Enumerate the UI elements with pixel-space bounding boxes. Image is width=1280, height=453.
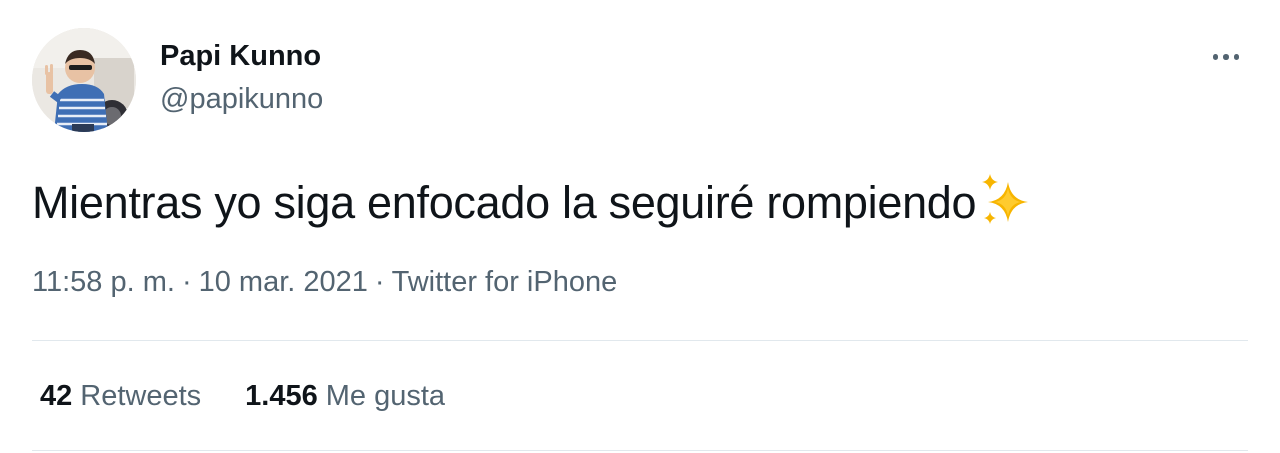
tweet-date[interactable]: 10 mar. 2021 bbox=[199, 266, 368, 298]
tweet-card: Papi Kunno @papikunno Mientras yo siga e… bbox=[0, 0, 1280, 453]
author-handle[interactable]: @papikunno bbox=[160, 83, 323, 116]
retweets-label: Retweets bbox=[80, 380, 202, 412]
avatar-photo bbox=[32, 28, 136, 132]
more-options-button[interactable] bbox=[1204, 42, 1248, 72]
tweet-time[interactable]: 11:58 p. m. bbox=[32, 266, 175, 298]
divider bbox=[32, 340, 1248, 341]
likes-label: Me gusta bbox=[325, 380, 446, 412]
meta-separator: · bbox=[374, 266, 385, 298]
author-display-name[interactable]: Papi Kunno bbox=[160, 40, 321, 73]
tweet-stats: 42 Retweets 1.456 Me gusta bbox=[40, 380, 445, 413]
likes-count: 1.456 bbox=[245, 380, 318, 412]
divider bbox=[32, 450, 1248, 451]
sparkles-icon bbox=[982, 174, 1029, 224]
avatar[interactable] bbox=[32, 28, 136, 132]
retweets-stat[interactable]: 42 Retweets bbox=[40, 380, 201, 413]
likes-stat[interactable]: 1.456 Me gusta bbox=[245, 380, 445, 413]
tweet-meta: 11:58 p. m. · 10 mar. 2021 · Twitter for iPh… bbox=[32, 266, 617, 299]
retweets-count: 42 bbox=[40, 380, 73, 412]
more-options-dot bbox=[1223, 54, 1229, 60]
more-options-dot bbox=[1233, 54, 1240, 60]
tweet-body: Mientras yo siga enfocado la seguiré rom… bbox=[32, 177, 977, 228]
meta-separator: · bbox=[181, 266, 192, 298]
more-options-icon bbox=[1212, 54, 1219, 60]
tweet-source[interactable]: Twitter for iPhone bbox=[392, 266, 618, 298]
tweet-text: Mientras yo siga enfocado la seguiré rom… bbox=[32, 172, 1034, 229]
